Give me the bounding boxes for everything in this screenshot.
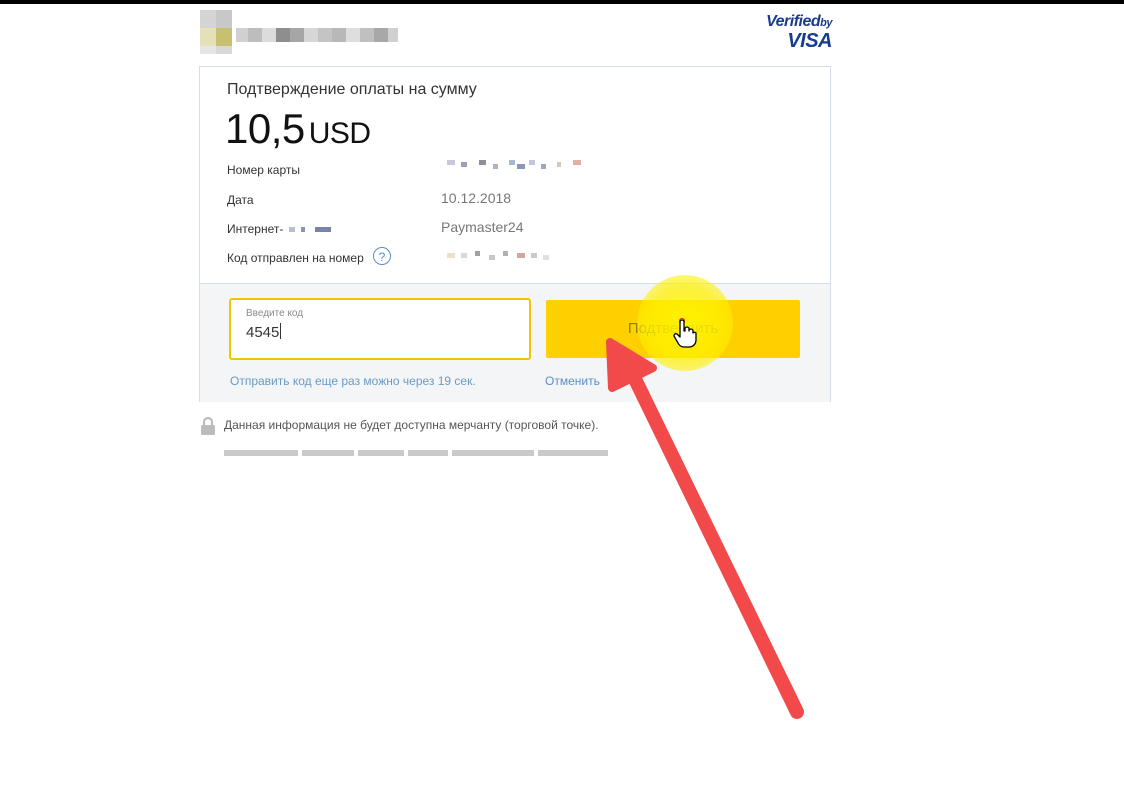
- card-number-value-redacted: [441, 160, 591, 172]
- merchant-label: Интернет-: [227, 222, 335, 236]
- visa-by-text: by: [820, 17, 832, 29]
- date-label: Дата: [227, 193, 254, 207]
- code-input-value: 4545: [246, 324, 280, 341]
- amount-currency: USD: [308, 117, 371, 150]
- cancel-link[interactable]: Отменить: [545, 374, 600, 388]
- hand-cursor-icon: [673, 319, 697, 348]
- visa-verified-text: Verified: [766, 13, 821, 30]
- code-input-value-wrap: 4545: [246, 323, 282, 341]
- merchant-label-text: Интернет-: [227, 222, 284, 236]
- code-entry-section: Введите код 4545 Подтвердить Отправить к…: [200, 283, 830, 402]
- bank-logo: [200, 10, 400, 55]
- amount-value: 10,5: [225, 105, 305, 152]
- annotation-arrow-shaft: [626, 368, 804, 719]
- payment-details: Подтверждение оплаты на сумму 10,5 USD Но…: [200, 67, 830, 283]
- privacy-note: Данная информация не будет доступна мерч…: [224, 418, 599, 432]
- resend-timer-text: Отправить код еще раз можно через 19 сек…: [230, 374, 476, 388]
- payment-heading: Подтверждение оплаты на сумму: [227, 81, 477, 98]
- visa-brand-text: VISA: [787, 30, 832, 52]
- payment-amount: 10,5 USD: [225, 105, 371, 153]
- lock-icon: [200, 416, 216, 436]
- merchant-value: Paymaster24: [441, 219, 524, 235]
- top-bar: [0, 0, 1124, 4]
- text-caret: [280, 323, 282, 339]
- code-input-placeholder: Введите код: [246, 308, 304, 319]
- help-icon[interactable]: ?: [373, 247, 391, 265]
- payment-confirmation-card: Подтверждение оплаты на сумму 10,5 USD Но…: [199, 66, 831, 402]
- merchant-label-redacted: [287, 226, 335, 234]
- legal-text-redacted: [224, 448, 612, 458]
- code-sent-label: Код отправлен на номер: [227, 251, 364, 265]
- verified-by-visa-badge: Verifiedby VISA: [752, 13, 832, 52]
- date-value: 10.12.2018: [441, 190, 512, 206]
- code-input[interactable]: Введите код 4545: [229, 298, 531, 360]
- card-number-label: Номер карты: [227, 163, 300, 177]
- phone-number-value-redacted: [441, 251, 561, 263]
